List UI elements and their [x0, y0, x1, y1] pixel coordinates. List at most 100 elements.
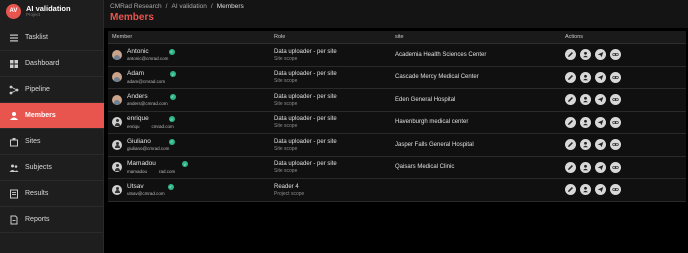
send-invite-button[interactable] — [595, 184, 606, 196]
edit-member-button[interactable] — [565, 139, 576, 151]
sidebar-item-label: Results — [25, 190, 49, 197]
actions-cell — [563, 116, 686, 128]
members-icon — [9, 111, 19, 121]
send-invite-button[interactable] — [595, 94, 606, 106]
project-header[interactable]: AV AI validation Project — [0, 0, 103, 22]
edit-member-button[interactable] — [565, 161, 576, 173]
member-info: Anders ✓ anders@cmrad.com — [112, 93, 274, 107]
role-cell: Data uploader - per site Site scope — [274, 70, 395, 84]
member-role: Data uploader - per site — [274, 48, 337, 55]
page-title: Members — [110, 12, 154, 23]
edit-member-button[interactable] — [565, 71, 576, 83]
copy-link-button[interactable] — [610, 116, 621, 128]
member-info: Utsav ✓ utsav@cmrad.com — [112, 183, 274, 197]
send-invite-button[interactable] — [595, 116, 606, 128]
view-profile-button[interactable] — [580, 49, 591, 61]
member-site: Eden General Hospital — [395, 96, 456, 103]
view-profile-button[interactable] — [580, 139, 591, 151]
edit-icon — [567, 164, 574, 171]
role-scope: Site scope — [274, 55, 298, 62]
copy-link-button[interactable] — [610, 49, 621, 61]
member-site: Jasper Falls General Hospital — [395, 141, 474, 148]
member-info: enrique ✓ enriqu cmrad.com — [112, 115, 274, 129]
member-site: Academia Health Sciences Center — [395, 51, 487, 58]
member-role: Data uploader - per site — [274, 138, 337, 145]
breadcrumb-project[interactable]: AI validation — [171, 3, 206, 10]
send-invite-button[interactable] — [595, 139, 606, 151]
sidebar-item-label: Dashboard — [25, 60, 60, 67]
sidebar-nav: Tasklist Dashboard Pipeline Members Sites Sub… — [0, 25, 104, 233]
table-row: enrique ✓ enriqu cmrad.com Data uploader - p… — [108, 112, 686, 134]
member-cell: Adam ✓ adam@cmrad.com — [108, 70, 274, 84]
sidebar-item-tasklist[interactable]: Tasklist — [0, 25, 104, 51]
view-profile-button[interactable] — [580, 184, 591, 196]
edit-icon — [567, 186, 574, 193]
view-profile-button[interactable] — [580, 71, 591, 83]
member-cell: enrique ✓ enriqu cmrad.com — [108, 115, 274, 129]
copy-link-button[interactable] — [610, 184, 621, 196]
table-row: Mamadou ✓ mamadou rad.com Data uploader - pe… — [108, 157, 686, 179]
view-profile-button[interactable] — [580, 161, 591, 173]
member-name-line: enrique ✓ — [127, 115, 175, 123]
send-invite-button[interactable] — [595, 161, 606, 173]
site-cell: Jasper Falls General Hospital — [395, 142, 563, 148]
copy-link-button[interactable] — [610, 94, 621, 106]
row-actions — [565, 139, 686, 151]
dashboard-icon — [9, 59, 19, 69]
copy-link-button[interactable] — [610, 139, 621, 151]
sidebar-item-reports[interactable]: Reports — [0, 207, 104, 233]
send-invite-button[interactable] — [595, 49, 606, 61]
member-name: Mamadou — [127, 160, 156, 168]
member-name: Antonic — [127, 47, 149, 55]
role-scope: Site scope — [274, 168, 298, 175]
sidebar-item-label: Tasklist — [25, 34, 48, 41]
sidebar-item-sites[interactable]: Sites — [0, 129, 104, 155]
site-cell: Eden General Hospital — [395, 97, 563, 103]
sidebar-item-pipeline[interactable]: Pipeline — [0, 77, 104, 103]
verified-check-icon: ✓ — [167, 183, 174, 190]
member-email-domain: rad.com — [159, 168, 176, 174]
members-table: Member Role site Actions Antonic ✓ antonic… — [108, 31, 686, 202]
view-profile-button[interactable] — [580, 116, 591, 128]
edit-member-button[interactable] — [565, 116, 576, 128]
project-title: AI validation — [26, 3, 71, 13]
edit-member-button[interactable] — [565, 49, 576, 61]
table-row: Utsav ✓ utsav@cmrad.com Reader 4 Project sco… — [108, 179, 686, 202]
column-header-member: Member — [112, 34, 133, 40]
edit-icon — [567, 119, 574, 126]
user-icon — [582, 186, 589, 193]
edit-member-button[interactable] — [565, 184, 576, 196]
sidebar-item-subjects[interactable]: Subjects — [0, 155, 104, 181]
site-cell: Qaisars Medical Clinic — [395, 164, 563, 170]
member-cell: Mamadou ✓ mamadou rad.com — [108, 160, 274, 174]
send-icon — [597, 141, 604, 148]
member-role: Data uploader - per site — [274, 93, 337, 100]
row-actions — [565, 161, 686, 173]
pipeline-icon — [9, 85, 19, 95]
sidebar-item-members[interactable]: Members — [0, 103, 104, 129]
member-cell: Utsav ✓ utsav@cmrad.com — [108, 183, 274, 197]
role-cell: Data uploader - per site Site scope — [274, 115, 395, 129]
avatar — [112, 117, 122, 128]
sidebar-item-results[interactable]: Results — [0, 181, 104, 207]
send-invite-button[interactable] — [595, 71, 606, 83]
breadcrumb-org[interactable]: CMRad Research — [110, 3, 162, 10]
project-subtitle: Project — [26, 12, 41, 17]
view-profile-button[interactable] — [580, 94, 591, 106]
member-name: Adam — [127, 70, 144, 78]
project-avatar: AV — [6, 3, 21, 19]
reports-icon — [9, 215, 19, 225]
member-email-line: utsav@cmrad.com — [127, 191, 174, 197]
link-icon — [612, 51, 619, 58]
actions-cell — [563, 161, 686, 173]
table-header: Member Role site Actions — [108, 31, 686, 44]
verified-check-icon: ✓ — [169, 93, 176, 100]
member-email: enriqu — [127, 123, 140, 129]
edit-member-button[interactable] — [565, 94, 576, 106]
user-icon — [582, 141, 589, 148]
member-email: giuliano@cmrad.com — [127, 146, 170, 151]
copy-link-button[interactable] — [610, 161, 621, 173]
copy-link-button[interactable] — [610, 71, 621, 83]
member-name-line: Utsav ✓ — [127, 183, 174, 191]
sidebar-item-dashboard[interactable]: Dashboard — [0, 51, 104, 77]
